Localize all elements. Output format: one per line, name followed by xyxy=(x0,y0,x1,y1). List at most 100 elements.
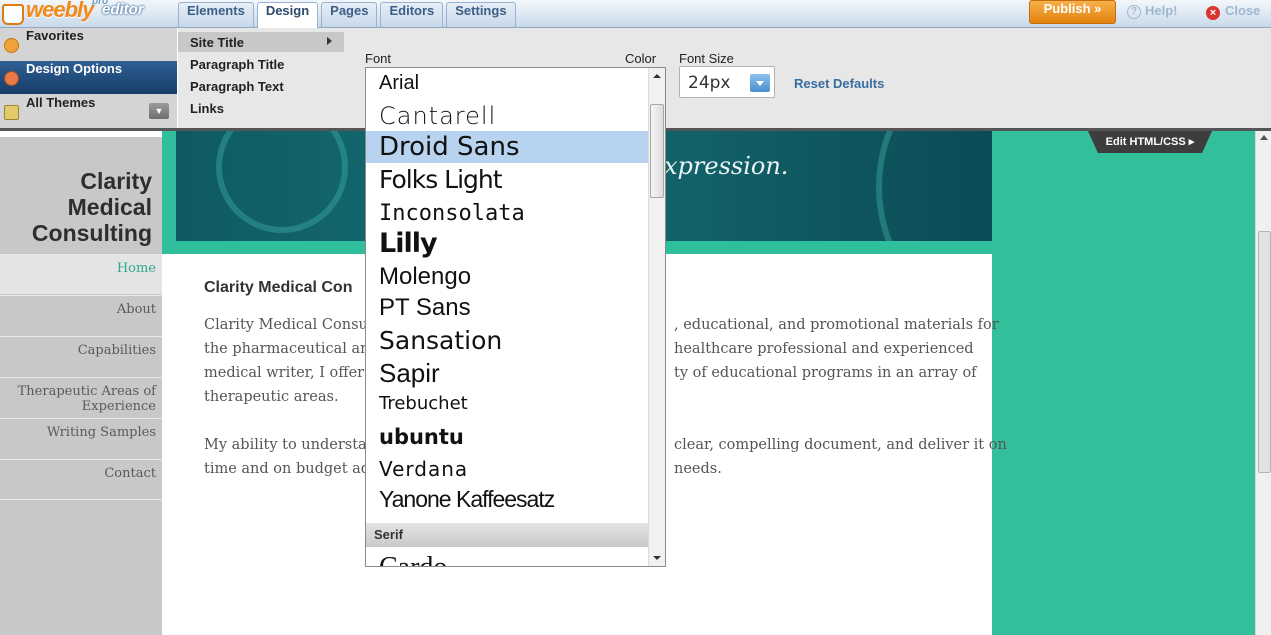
para1-right-line: , educational, and promotional materials… xyxy=(674,317,999,333)
font-dropdown-list[interactable]: Arial Cantarell Droid Sans Folks Light I… xyxy=(365,67,666,567)
font-option-trebuchet[interactable]: Trebuchet xyxy=(379,393,468,414)
para1-right-line: healthcare professional and experienced xyxy=(674,341,974,357)
submenu-paragraph-title[interactable]: Paragraph Title xyxy=(190,57,284,72)
banner-swirl xyxy=(216,131,348,233)
scroll-up-icon[interactable] xyxy=(653,74,661,78)
site-title[interactable]: Clarity Medical Consulting xyxy=(0,168,152,246)
font-size-value: 24px xyxy=(688,73,731,93)
nav-home[interactable]: Home xyxy=(0,254,162,294)
weebly-cup-icon xyxy=(2,4,24,25)
font-category-serif: Serif xyxy=(366,523,650,547)
palette-icon xyxy=(4,71,19,86)
font-option-lilly[interactable]: Lilly xyxy=(379,228,438,259)
banner-swirl xyxy=(876,131,992,241)
close-icon: × xyxy=(1206,6,1220,20)
themes-icon xyxy=(4,105,19,120)
submenu-paragraph-text[interactable]: Paragraph Text xyxy=(190,79,284,94)
edit-html-css-button[interactable]: Edit HTML/CSS ▸ xyxy=(1088,131,1212,153)
scroll-thumb[interactable] xyxy=(1258,231,1271,473)
help-button[interactable]: ? Help! xyxy=(1127,3,1178,19)
font-option-sapir[interactable]: Sapir xyxy=(379,358,440,389)
submenu-site-title[interactable]: Site Title xyxy=(190,35,244,50)
close-button[interactable]: × Close xyxy=(1206,3,1260,20)
font-label: Font xyxy=(365,51,392,66)
help-icon: ? xyxy=(1127,5,1141,19)
nav-capabilities[interactable]: Capabilities xyxy=(0,336,162,376)
nav-writing-samples-label: Writing Samples xyxy=(46,425,156,440)
font-option-cardo-partial[interactable]: Cardo xyxy=(379,552,447,566)
para2-right-line: clear, compelling document, and deliver … xyxy=(674,437,1007,453)
logo-editor: editor xyxy=(102,1,144,18)
nav-therapeutic-areas[interactable]: Therapeutic Areas of Experience xyxy=(0,377,162,417)
help-label: Help! xyxy=(1145,3,1178,18)
reset-defaults-link[interactable]: Reset Defaults xyxy=(794,76,884,91)
nav-about-label: About xyxy=(116,302,156,317)
font-option-ubuntu[interactable]: ubuntu xyxy=(379,425,464,449)
nav-home-label: Home xyxy=(116,261,156,276)
edit-html-css-label: Edit HTML/CSS xyxy=(1105,136,1186,148)
para1-left-line: Clarity Medical Consult xyxy=(204,317,379,333)
nav-divider xyxy=(0,499,162,500)
design-options-label: Design Options xyxy=(26,61,123,76)
font-option-sansation[interactable]: Sansation xyxy=(379,326,502,355)
right-teal-column xyxy=(992,131,1260,635)
para1-left-line: therapeutic areas. xyxy=(204,389,339,405)
para1-left-line: the pharmaceutical and xyxy=(204,341,379,357)
font-option-inconsolata[interactable]: Inconsolata xyxy=(379,201,525,226)
para1-left-line: medical writer, I offer a xyxy=(204,365,378,381)
tab-pages[interactable]: Pages xyxy=(321,2,378,27)
nav-about[interactable]: About xyxy=(0,295,162,335)
font-option-verdana[interactable]: Verdana xyxy=(379,457,468,481)
page-scrollbar[interactable] xyxy=(1255,131,1271,635)
font-option-droid-sans[interactable]: Droid Sans xyxy=(379,132,520,162)
scroll-up-icon[interactable] xyxy=(1260,135,1268,140)
all-themes-label: All Themes xyxy=(26,95,96,110)
left-panel: Favorites Design Options All Themes ▼ xyxy=(0,28,177,128)
font-option-folks-light[interactable]: Folks Light xyxy=(379,165,503,194)
publish-button[interactable]: Publish » xyxy=(1029,0,1116,24)
star-icon xyxy=(4,38,19,53)
design-submenu: Site Title Paragraph Title Paragraph Tex… xyxy=(178,28,344,128)
font-size-select[interactable]: 24px xyxy=(679,66,775,98)
font-option-yanone-kaffeesatz[interactable]: Yanone Kaffeesatz xyxy=(379,486,555,513)
main-tabs: Elements Design Pages Editors Settings xyxy=(178,2,516,28)
tab-editors[interactable]: Editors xyxy=(380,2,444,27)
all-themes-item[interactable]: All Themes ▼ xyxy=(0,95,177,128)
submenu-links[interactable]: Links xyxy=(190,101,224,116)
font-option-pt-sans[interactable]: PT Sans xyxy=(379,294,471,322)
chevron-down-icon[interactable]: ▼ xyxy=(149,103,169,119)
scroll-thumb[interactable] xyxy=(650,104,664,198)
design-options-item[interactable]: Design Options xyxy=(0,61,177,94)
tab-design[interactable]: Design xyxy=(256,2,319,28)
logo-word: weebly xyxy=(26,0,94,22)
font-option-molengo[interactable]: Molengo xyxy=(379,263,471,291)
chevron-right-icon xyxy=(327,37,332,45)
color-label: Color xyxy=(625,51,657,66)
favorites-item[interactable]: Favorites xyxy=(0,28,177,61)
para1-right-line: ty of educational programs in an array o… xyxy=(674,365,977,381)
tab-settings[interactable]: Settings xyxy=(446,2,516,27)
para2-left-line: time and on budget ado xyxy=(204,461,379,477)
nav-capabilities-label: Capabilities xyxy=(77,343,156,358)
font-option-cantarell[interactable]: Cantarell xyxy=(379,102,496,130)
nav-therapeutic-areas-label: Therapeutic Areas of Experience xyxy=(17,384,156,414)
para2-left-line: My ability to understan xyxy=(204,437,377,453)
font-option-arial[interactable]: Arial xyxy=(379,72,419,95)
site-title-line: Medical xyxy=(67,194,152,220)
scroll-down-icon[interactable] xyxy=(653,556,661,560)
site-title-line: Consulting xyxy=(31,220,152,246)
para2-right-line: needs. xyxy=(674,461,722,477)
nav-contact-label: Contact xyxy=(104,466,156,481)
font-list-scrollbar[interactable] xyxy=(648,68,665,566)
nav-contact[interactable]: Contact xyxy=(0,459,162,499)
close-label: Close xyxy=(1225,3,1261,18)
banner-tagline: xpression. xyxy=(664,152,789,180)
top-toolbar: weebly pro editor Elements Design Pages … xyxy=(0,0,1271,28)
favorites-label: Favorites xyxy=(26,28,84,43)
nav-writing-samples[interactable]: Writing Samples xyxy=(0,418,162,458)
font-size-label: Font Size xyxy=(679,51,734,66)
content-heading[interactable]: Clarity Medical Con xyxy=(204,279,352,297)
site-title-line: Clarity xyxy=(80,168,152,194)
tab-elements[interactable]: Elements xyxy=(178,2,254,27)
chevron-down-icon[interactable] xyxy=(750,74,770,92)
